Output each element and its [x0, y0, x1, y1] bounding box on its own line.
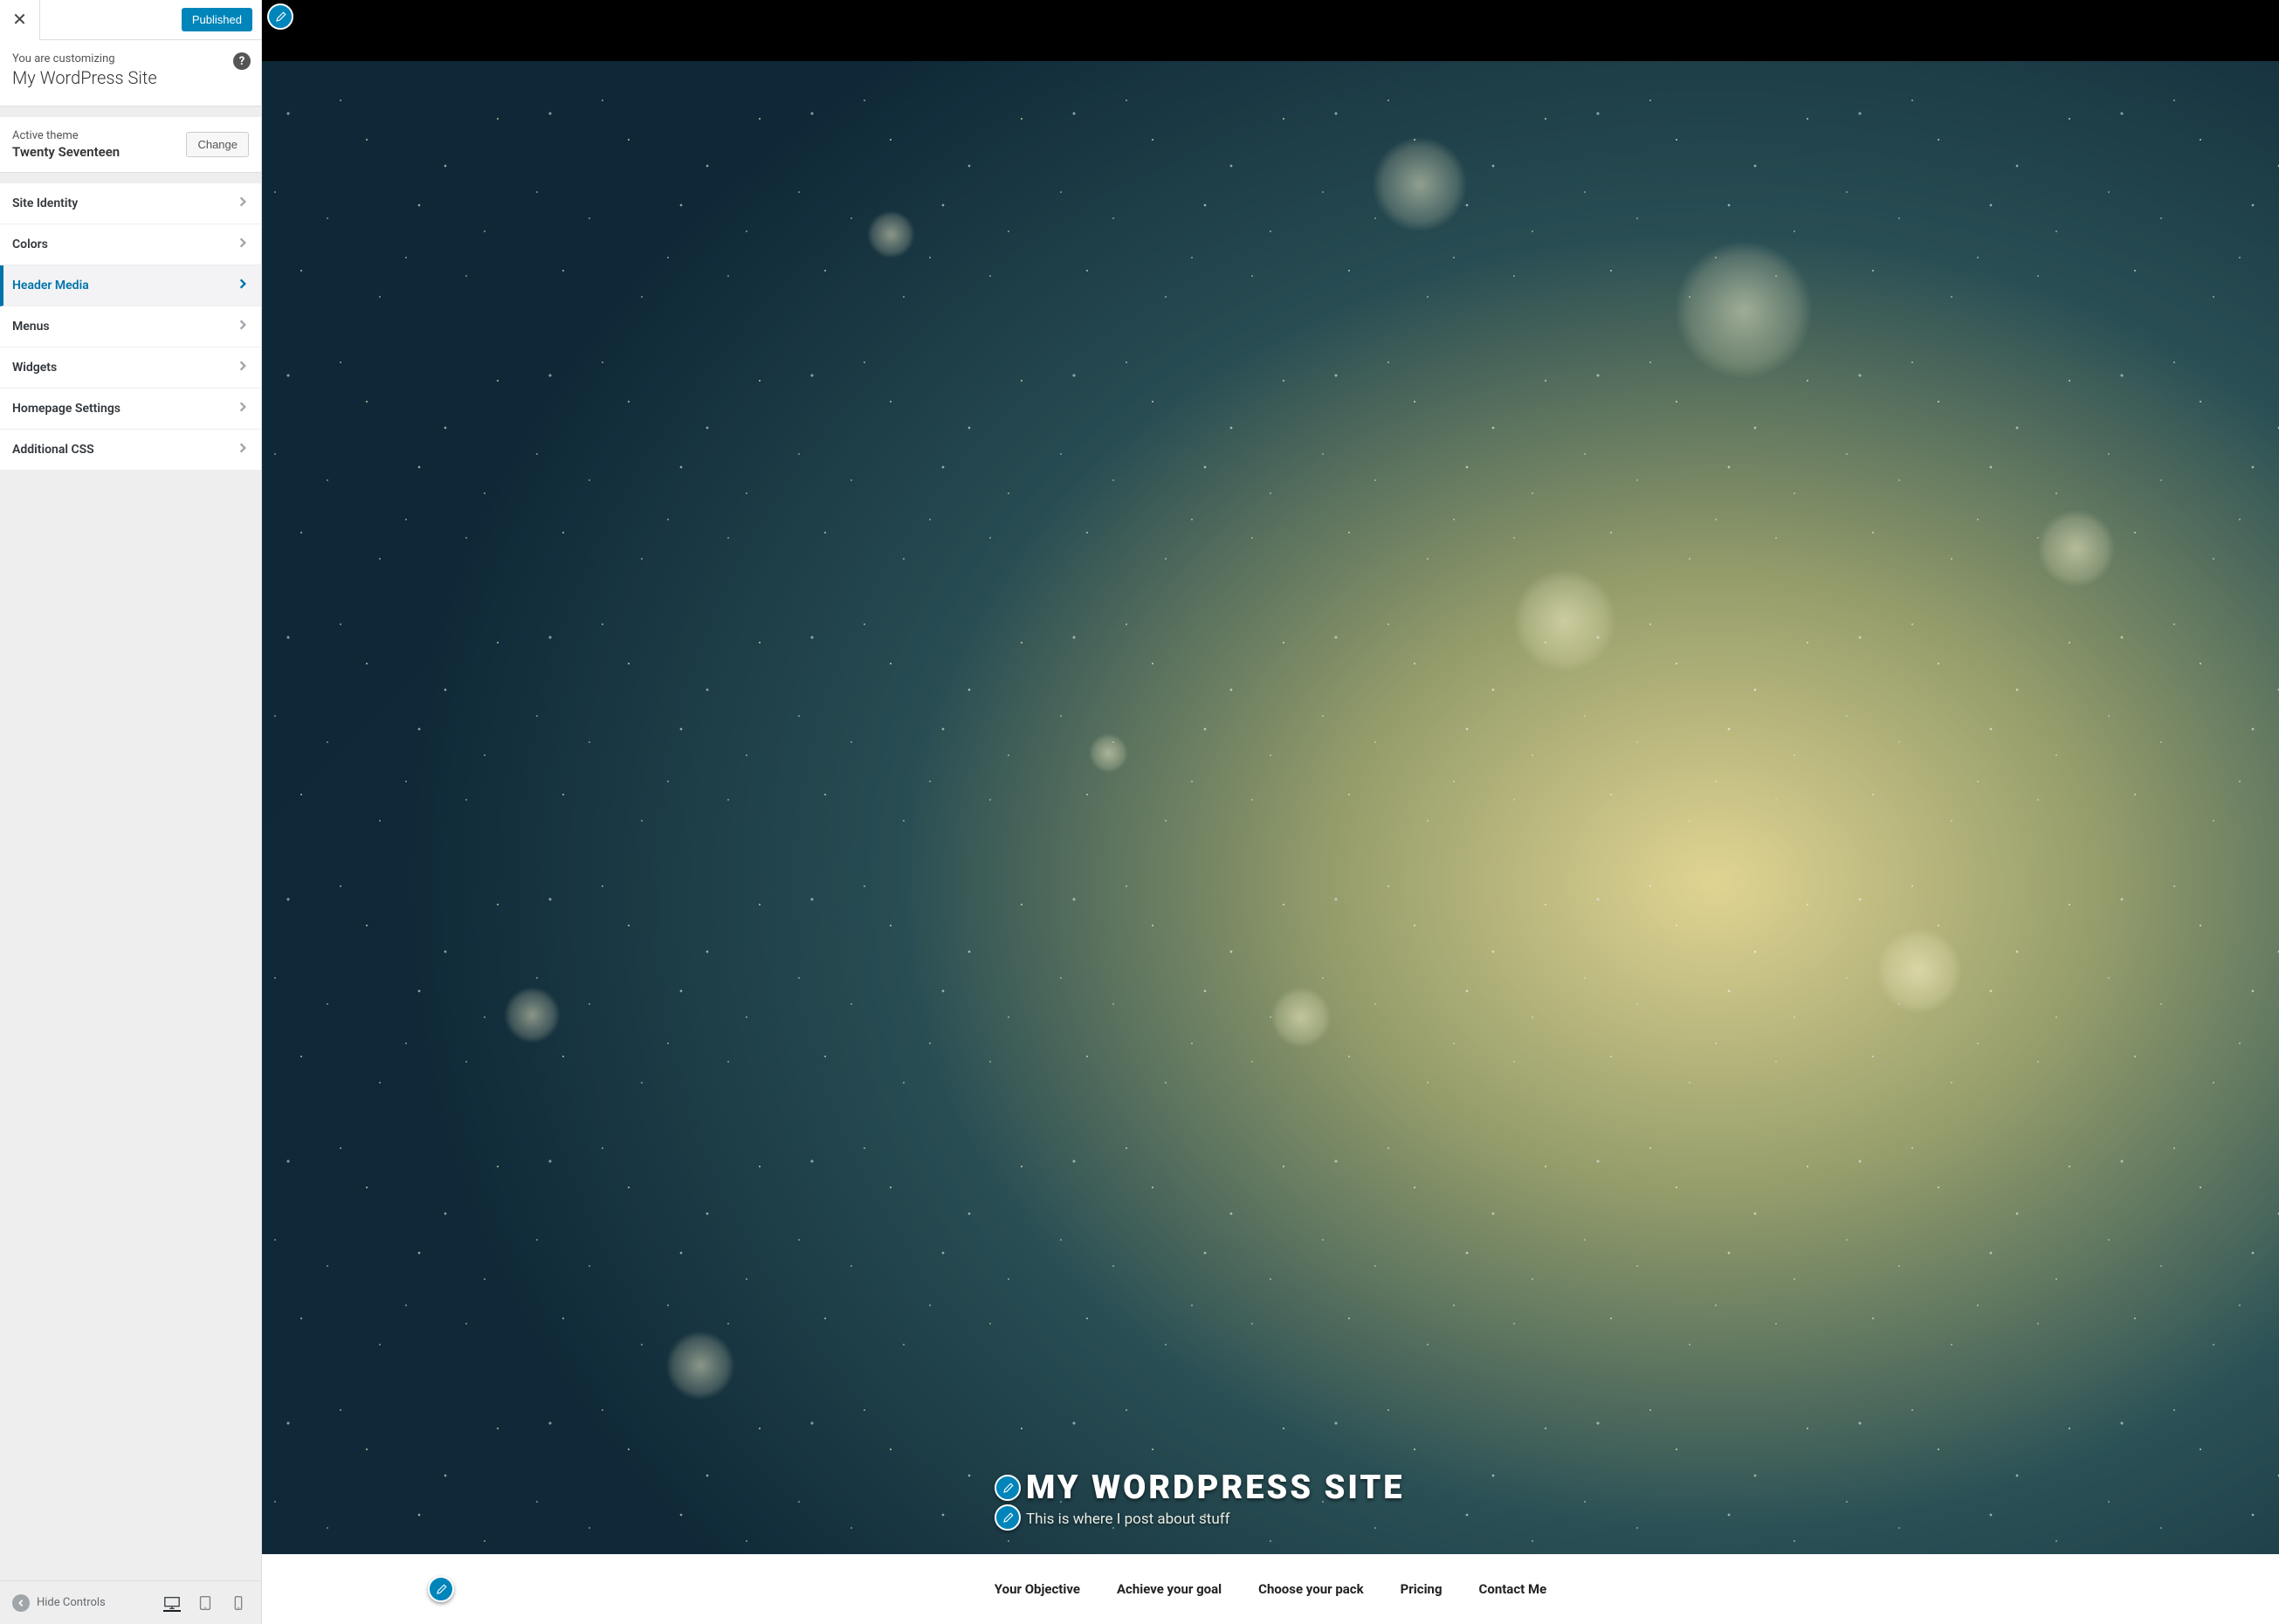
close-customizer-button[interactable]: ✕ [0, 0, 40, 40]
hero-tagline: This is where I post about stuff [1026, 1510, 1230, 1528]
hero-title: MY WORDPRESS SITE [1026, 1469, 1405, 1507]
nav-link[interactable]: Your Objective [995, 1581, 1080, 1597]
close-icon: ✕ [12, 9, 27, 31]
help-icon[interactable]: ? [233, 52, 251, 70]
active-theme-box: Active theme Twenty Seventeen Change [0, 117, 261, 173]
customizer-menu-label: Menus [12, 320, 50, 334]
edit-shortcut-nav[interactable] [428, 1576, 454, 1602]
intro-site-title: My WordPress Site [12, 67, 249, 88]
active-theme-name: Twenty Seventeen [12, 144, 120, 160]
nav-link[interactable]: Contact Me [1479, 1581, 1547, 1597]
device-tablet-icon[interactable] [196, 1594, 214, 1612]
hero-bokeh [262, 61, 2279, 1554]
hide-controls-label: Hide Controls [37, 1596, 106, 1609]
customizer-menu-label: Colors [12, 237, 48, 251]
chevron-right-icon [237, 319, 249, 334]
site-preview: MY WORDPRESS SITE This is where I post a… [262, 0, 2279, 1624]
chevron-right-icon [237, 237, 249, 252]
customizer-menu-label: Widgets [12, 361, 57, 375]
customizer-menu-item[interactable]: Widgets [0, 348, 261, 389]
hero-text: MY WORDPRESS SITE This is where I post a… [1026, 1469, 1515, 1528]
customizer-menu-list: Site Identity Colors Header Media Menus Widg… [0, 183, 261, 471]
device-preview-switcher [163, 1594, 256, 1612]
intro-label: You are customizing [12, 52, 249, 65]
hero-header: MY WORDPRESS SITE This is where I post a… [262, 61, 2279, 1554]
customizer-menu-item[interactable]: Additional CSS [0, 430, 261, 471]
chevron-right-icon [237, 196, 249, 211]
customizer-menu-item[interactable]: Homepage Settings [0, 389, 261, 430]
chevron-right-icon [237, 278, 249, 293]
edit-shortcut-tagline[interactable] [995, 1504, 1021, 1531]
device-desktop-icon[interactable] [163, 1594, 181, 1612]
preview-top-bar [262, 0, 2279, 61]
customizer-menu-label: Additional CSS [12, 443, 94, 457]
preview-primary-nav: Your Objective Achieve your goal Choose yo… [262, 1554, 2279, 1624]
sidebar-topbar: ✕ Published [0, 0, 261, 40]
change-theme-button[interactable]: Change [186, 132, 249, 157]
edit-shortcut-topbar[interactable] [267, 3, 293, 30]
edit-shortcut-title[interactable] [995, 1475, 1021, 1501]
hide-controls-button[interactable]: Hide Controls [5, 1587, 113, 1619]
customizer-sidebar: ✕ Published You are customizing My WordP… [0, 0, 262, 1624]
chevron-right-icon [237, 360, 249, 375]
active-theme-label: Active theme [12, 129, 120, 142]
customizer-menu-item[interactable]: Menus [0, 306, 261, 348]
sidebar-footer: Hide Controls [0, 1580, 261, 1624]
customizer-menu-item[interactable]: Header Media [0, 265, 261, 306]
customizer-menu-label: Header Media [12, 279, 89, 292]
collapse-icon [12, 1594, 30, 1612]
hero-sparkles [262, 61, 2279, 1554]
device-mobile-icon[interactable] [230, 1594, 247, 1612]
customizer-menu-item[interactable]: Site Identity [0, 183, 261, 224]
customizer-menu-label: Homepage Settings [12, 402, 120, 416]
customizer-menu-label: Site Identity [12, 196, 78, 210]
nav-link[interactable]: Pricing [1401, 1581, 1442, 1597]
publish-button[interactable]: Published [182, 8, 252, 31]
nav-link[interactable]: Choose your pack [1258, 1581, 1364, 1597]
nav-link[interactable]: Achieve your goal [1117, 1581, 1222, 1597]
chevron-right-icon [237, 442, 249, 458]
customizer-menu-item[interactable]: Colors [0, 224, 261, 265]
chevron-right-icon [237, 401, 249, 416]
sidebar-intro: You are customizing My WordPress Site ? [0, 40, 261, 107]
